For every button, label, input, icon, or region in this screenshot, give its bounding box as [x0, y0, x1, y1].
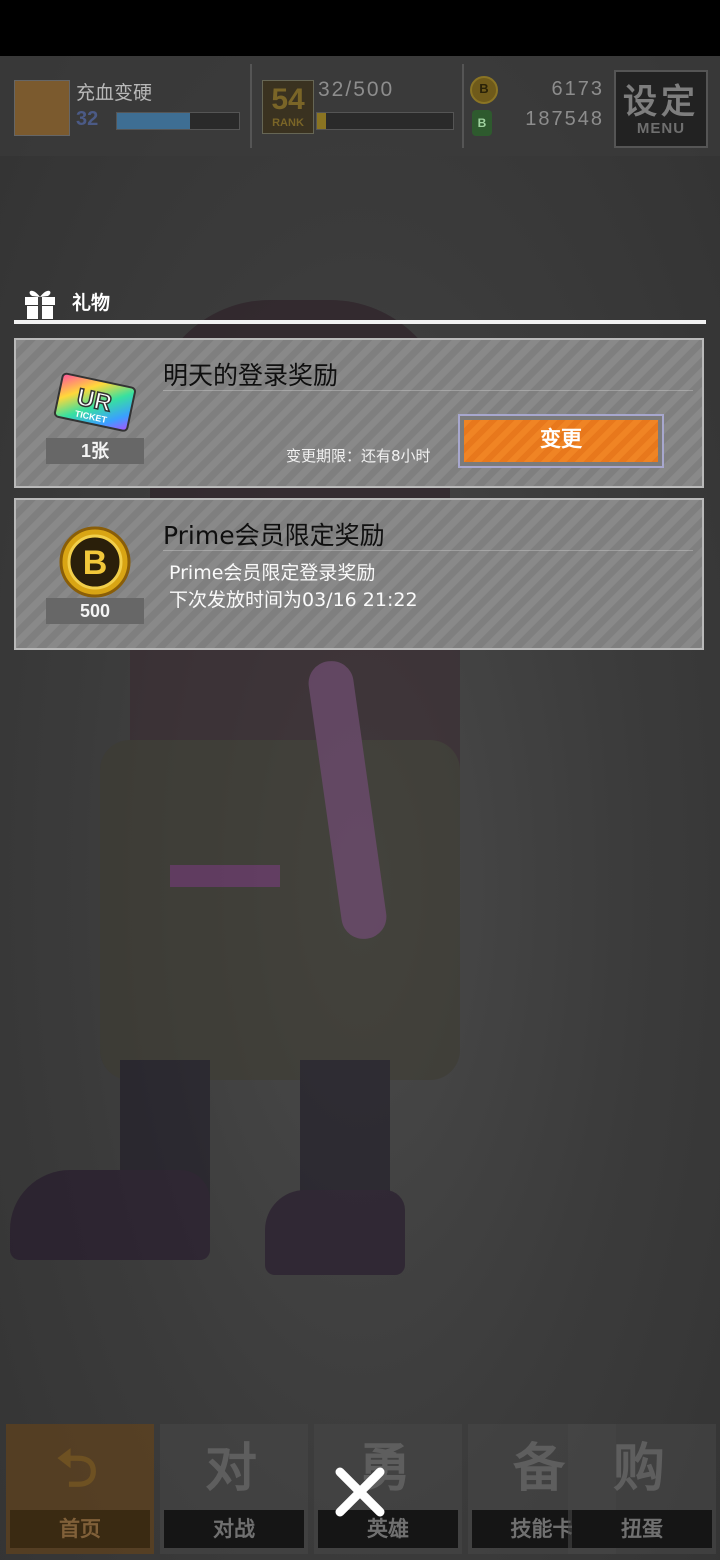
coin-icon: B — [470, 76, 498, 104]
change-button-label: 变更 — [464, 420, 658, 462]
divider — [250, 64, 252, 148]
coin-icon: B — [59, 526, 131, 598]
change-button[interactable]: 变更 — [458, 414, 664, 468]
svg-text:B: B — [83, 544, 108, 582]
gift-item-login-bonus[interactable]: UR TICKET 1张 明天的登录奖励 变更期限：还有8小时 变更 — [14, 338, 704, 488]
gift-item-prime-bonus[interactable]: B 500 Prime会员限定奖励 Prime会员限定登录奖励 下次发放时间为0… — [14, 498, 704, 650]
gem-count: 187548 — [525, 108, 604, 130]
player-avatar[interactable] — [14, 80, 70, 136]
divider — [163, 550, 693, 551]
rank-progress: 32/500 — [318, 78, 395, 101]
divider — [462, 64, 464, 148]
gift-header: 礼物 — [14, 282, 706, 326]
menu-title: 设定 — [623, 82, 699, 122]
home-return-icon: ⮌ — [56, 1439, 104, 1499]
header-underline — [14, 320, 706, 324]
divider — [163, 390, 693, 391]
tab-gacha[interactable]: 购 扭蛋 — [568, 1424, 716, 1554]
item-count: 500 — [46, 598, 144, 624]
top-hud: 充血变硬 32 54 RANK 32/500 B B 6173 187548 设… — [0, 56, 720, 156]
close-icon[interactable] — [330, 1462, 390, 1522]
rank-label: RANK — [272, 117, 304, 129]
exp-bar — [116, 112, 240, 130]
desc-line-1: Prime会员限定登录奖励 — [169, 562, 376, 584]
rank-bar — [316, 112, 454, 130]
ur-ticket-icon: UR TICKET — [53, 372, 136, 432]
gem-icon: B — [472, 110, 492, 136]
tab-home[interactable]: ⮌ 首页 — [6, 1424, 154, 1554]
rank-badge: 54 RANK — [262, 80, 314, 134]
status-bar — [0, 0, 720, 56]
item-count: 1张 — [46, 438, 144, 464]
item-title: 明天的登录奖励 — [163, 361, 339, 390]
gacha-icon: 购 — [612, 1439, 671, 1499]
desc-line-2: 下次发放时间为03/16 21:22 — [169, 589, 418, 611]
gamepad-icon: 对 — [204, 1439, 263, 1499]
tab-label: 扭蛋 — [572, 1510, 712, 1548]
tab-label: 首页 — [10, 1510, 150, 1548]
gift-icon — [25, 290, 55, 319]
change-deadline: 变更期限：还有8小时 — [286, 447, 431, 465]
player-name: 充血变硬 — [76, 82, 153, 104]
rank-number: 54 — [271, 83, 305, 116]
gift-title: 礼物 — [72, 292, 111, 314]
menu-sub: MENU — [636, 120, 686, 137]
tab-label: 对战 — [164, 1510, 304, 1548]
coin-count: 6173 — [551, 78, 604, 100]
item-title: Prime会员限定奖励 — [163, 521, 385, 550]
item-description: Prime会员限定登录奖励 下次发放时间为03/16 21:22 — [169, 560, 418, 614]
menu-button[interactable]: 设定 MENU — [614, 70, 708, 148]
player-level: 32 — [76, 108, 99, 130]
tab-battle[interactable]: 对 对战 — [160, 1424, 308, 1554]
